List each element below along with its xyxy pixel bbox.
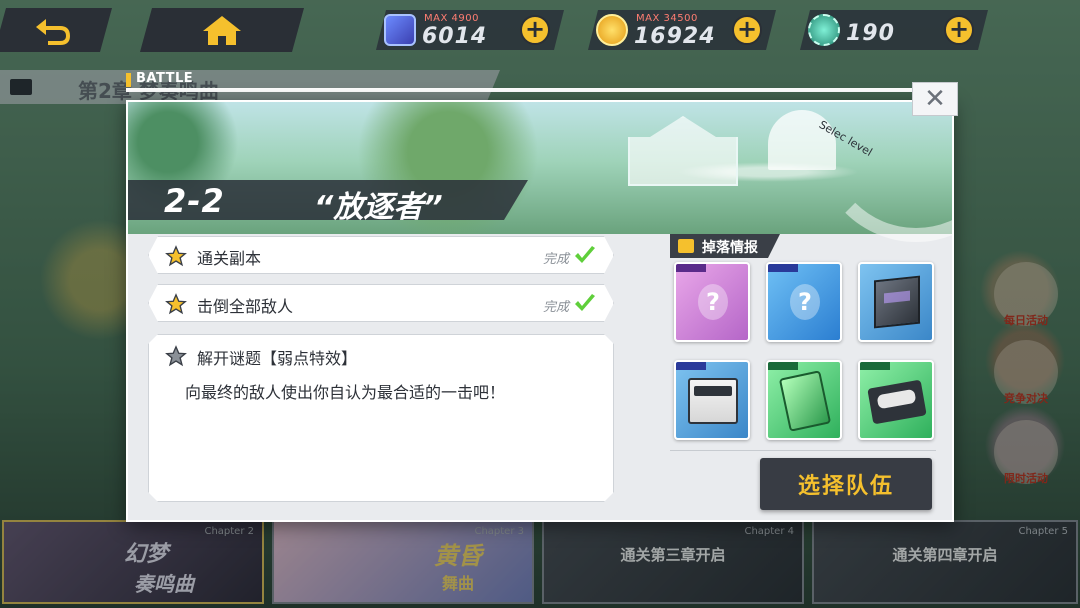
drop-item-unknown-character[interactable]: ?	[674, 262, 750, 342]
add-gold-button[interactable]: +	[732, 15, 762, 45]
divider	[670, 450, 936, 451]
back-button[interactable]	[0, 8, 112, 52]
objective-status: 完成	[542, 300, 569, 315]
objective-defeat-all: 击倒全部敌人 完成	[148, 284, 614, 322]
drop-info-title: 掉落情报	[702, 240, 758, 256]
rarity-tab	[860, 362, 890, 370]
hint-text: 向最终的敌人使出你自认为最合适的一击吧！	[185, 383, 506, 402]
back-arrow-icon	[30, 13, 76, 47]
resource-value: 6014	[422, 24, 488, 49]
stage-id: 2-2	[164, 182, 225, 220]
drop-item-supply-box[interactable]	[674, 360, 750, 440]
supply-box-icon	[688, 378, 738, 424]
home-button[interactable]	[140, 8, 304, 52]
gem-resource: MAX 4900 6014 +	[376, 10, 564, 50]
green-card-icon	[778, 370, 832, 432]
resource-value: 16924	[634, 24, 716, 49]
greenhouse-illustration	[628, 116, 738, 186]
gear-token-icon	[808, 14, 840, 46]
gold-resource: MAX 34500 16924 +	[588, 10, 776, 50]
rarity-tab	[676, 264, 706, 272]
cube-armor-icon	[874, 275, 920, 329]
hint-title: 解开谜题【弱点特效】	[197, 349, 358, 368]
question-mark-icon: ?	[698, 284, 728, 320]
gold-coin-icon	[596, 14, 628, 46]
objective-label: 击倒全部敌人	[197, 297, 294, 316]
gem-icon	[384, 14, 416, 46]
check-icon	[573, 244, 597, 266]
stage-banner: Selec level 2-2 “放逐者”	[128, 102, 952, 242]
rarity-tab	[768, 264, 798, 272]
select-team-button[interactable]: 选择队伍	[760, 458, 932, 510]
objective-clear-stage: 通关副本 完成	[148, 236, 614, 274]
drop-item-unknown-slime[interactable]: ?	[766, 262, 842, 342]
drop-info-header: 掉落情报	[670, 234, 780, 258]
star-icon	[165, 245, 187, 267]
cassette-tape-icon	[867, 379, 927, 425]
rarity-tab	[768, 362, 798, 370]
resource-max: MAX 34500	[636, 13, 698, 24]
drop-item-cube-armor[interactable]	[858, 262, 934, 342]
objective-status: 完成	[542, 252, 569, 267]
drop-item-cassette-tape[interactable]	[858, 360, 934, 440]
puzzle-hint-box: 解开谜题【弱点特效】 向最终的敌人使出你自认为最合适的一击吧！	[148, 334, 614, 502]
rarity-tab	[676, 362, 706, 370]
home-icon	[199, 13, 245, 47]
drop-item-green-card[interactable]	[766, 360, 842, 440]
resource-value: 190	[846, 21, 895, 46]
battle-section-label: BATTLE	[126, 71, 193, 89]
select-team-label: 选择队伍	[797, 474, 894, 499]
stage-detail-dialog: Selec level 2-2 “放逐者” 通关副本 完成 击倒全部敌人 完成 …	[126, 100, 954, 522]
star-icon	[165, 293, 187, 315]
token-resource: 190 +	[800, 10, 988, 50]
resource-max: MAX 4900	[424, 13, 479, 24]
chest-icon	[678, 239, 694, 253]
check-icon	[573, 292, 597, 314]
add-token-button[interactable]: +	[944, 15, 974, 45]
battle-header-line	[126, 88, 954, 92]
add-gem-button[interactable]: +	[520, 15, 550, 45]
close-button[interactable]: ✕	[912, 82, 958, 116]
question-mark-icon: ?	[790, 284, 820, 320]
level-select-arc	[816, 102, 952, 242]
stage-name: “放逐者”	[314, 190, 443, 225]
star-icon	[165, 345, 187, 367]
objective-label: 通关副本	[197, 249, 262, 268]
